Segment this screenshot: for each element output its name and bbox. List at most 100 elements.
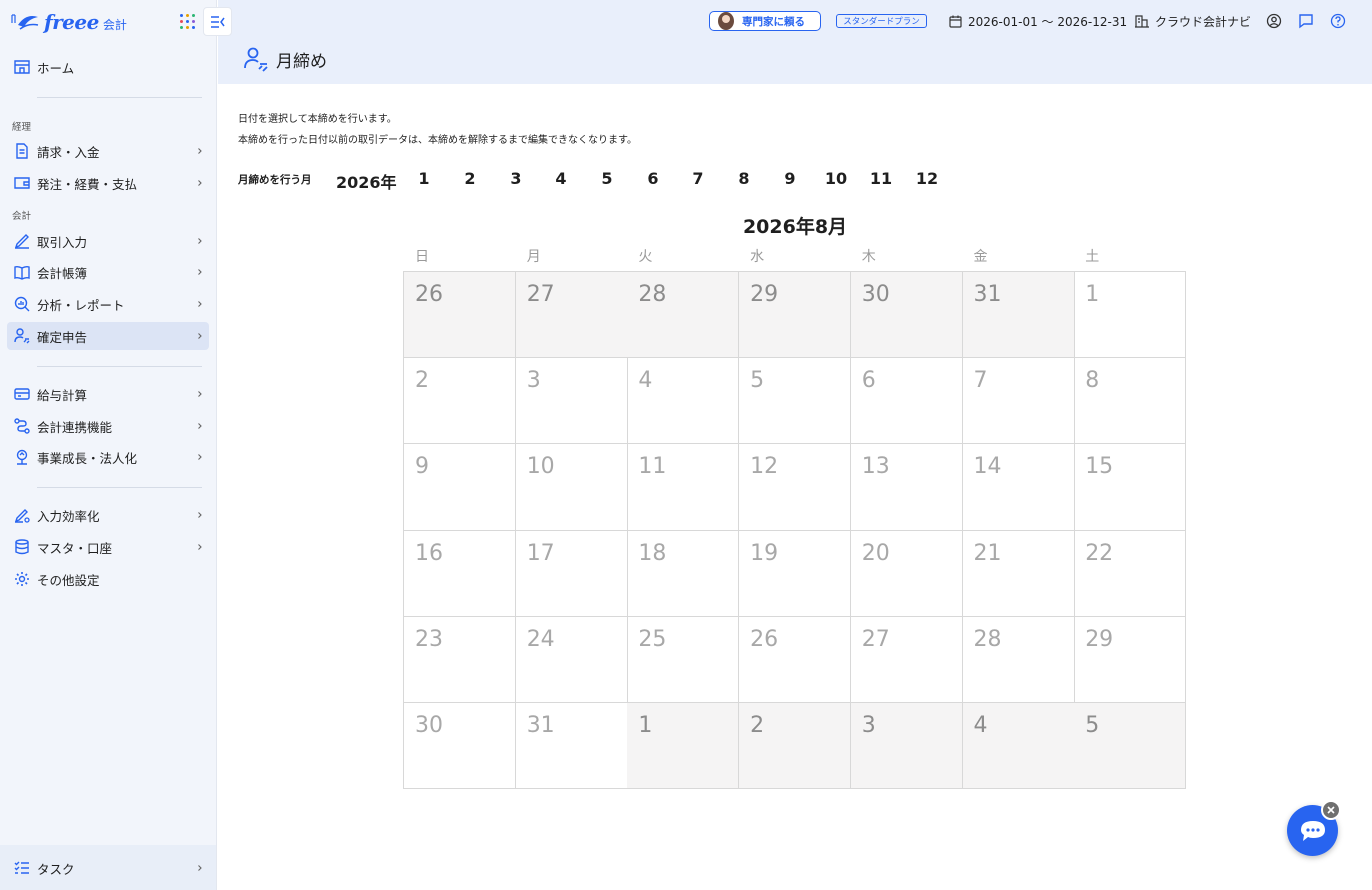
calendar-day-cell[interactable]: 27	[850, 616, 963, 704]
calendar-day-cell[interactable]: 27	[515, 272, 628, 359]
message-icon[interactable]	[1297, 12, 1315, 30]
sidebar-item-growth[interactable]: 事業成長・法人化	[7, 443, 209, 471]
calendar-day-cell[interactable]: 5	[739, 358, 852, 445]
calendar-day-cell[interactable]: 15	[1074, 444, 1187, 531]
month-option-9[interactable]: 9	[773, 169, 807, 188]
accounting-navi-link[interactable]: クラウド会計ナビ	[1135, 12, 1251, 30]
calendar-day-cell[interactable]: 22	[1074, 530, 1187, 617]
calendar-day-cell[interactable]: 12	[739, 444, 852, 531]
sidebar-item-label: マスタ・口座	[37, 540, 113, 556]
calendar-day-cell[interactable]: 11	[627, 444, 740, 531]
month-option-6[interactable]: 6	[636, 169, 670, 188]
month-option-11[interactable]: 11	[864, 169, 898, 188]
sidebar-collapse-button[interactable]	[203, 7, 232, 36]
sidebar-item-transaction[interactable]: 取引入力	[7, 227, 209, 255]
calendar-day-cell[interactable]: 30	[404, 703, 516, 790]
calendar-day-cell[interactable]: 3	[515, 358, 628, 445]
calendar-day-cell[interactable]: 5	[1074, 703, 1187, 790]
calendar-day-cell[interactable]: 4	[962, 703, 1075, 790]
weekday-header: 火	[638, 249, 653, 265]
chevron-right-icon	[198, 269, 202, 275]
calendar-day-cell[interactable]: 9	[404, 444, 516, 531]
weekday-header: 日	[415, 249, 429, 265]
calendar-day-cell[interactable]: 1	[1074, 272, 1187, 359]
calendar-day-cell[interactable]: 26	[404, 272, 516, 359]
help-icon[interactable]	[1329, 12, 1347, 30]
sidebar-item-report[interactable]: 分析・レポート	[7, 290, 209, 318]
account-icon[interactable]	[1265, 12, 1283, 30]
wallet-icon	[12, 173, 32, 193]
page-title: 月締め	[276, 51, 327, 72]
calendar-day-cell[interactable]: 7	[962, 358, 1075, 445]
calendar-day-cell[interactable]: 24	[515, 616, 628, 704]
calendar-day-cell[interactable]: 6	[850, 358, 963, 445]
plan-badge[interactable]: スタンダードプラン	[836, 14, 927, 28]
month-option-4[interactable]: 4	[544, 169, 578, 188]
sidebar-item-master[interactable]: マスタ・口座	[7, 533, 209, 561]
sidebar-item-integration[interactable]: 会計連携機能	[7, 412, 209, 440]
close-icon	[1327, 806, 1335, 814]
calendar-day-cell[interactable]: 2	[739, 703, 852, 790]
apps-grid-icon[interactable]	[180, 14, 196, 30]
book-icon	[12, 262, 32, 282]
sidebar-item-label: 発注・経費・支払	[37, 176, 138, 192]
sidebar-item-label: 入力効率化	[37, 508, 100, 524]
sidebar-item-payroll[interactable]: 給与計算	[7, 380, 209, 408]
calendar-day-cell[interactable]: 26	[739, 616, 852, 704]
calendar-day-cell[interactable]: 18	[627, 530, 740, 617]
sidebar-item-home[interactable]: ホーム	[7, 53, 209, 81]
sidebar-item-efficiency[interactable]: 入力効率化	[7, 501, 209, 529]
calendar-day-cell[interactable]: 14	[962, 444, 1075, 531]
calendar-day-cell[interactable]: 13	[850, 444, 963, 531]
calendar-day-cell[interactable]: 29	[739, 272, 852, 359]
calendar-day-cell[interactable]: 17	[515, 530, 628, 617]
month-option-10[interactable]: 10	[819, 169, 853, 188]
calendar-day-cell[interactable]: 19	[739, 530, 852, 617]
fiscal-period[interactable]: 2026-01-01 〜 2026-12-31	[949, 12, 1127, 30]
calendar-day-cell[interactable]: 31	[515, 703, 628, 790]
chevron-right-icon	[198, 865, 202, 871]
calendar-day-cell[interactable]: 1	[627, 703, 740, 790]
sidebar-item-tax-return[interactable]: 確定申告	[7, 322, 209, 350]
month-option-5[interactable]: 5	[590, 169, 624, 188]
freee-logo[interactable]: freee 会計	[10, 8, 127, 36]
chevron-right-icon	[198, 238, 202, 244]
calendar-day-cell[interactable]: 8	[1074, 358, 1187, 445]
calendar-day-cell[interactable]: 31	[962, 272, 1075, 359]
checklist-icon	[12, 858, 32, 878]
month-option-3[interactable]: 3	[499, 169, 533, 188]
calendar-day-cell[interactable]: 16	[404, 530, 516, 617]
calendar-day-cell[interactable]: 2	[404, 358, 516, 445]
document-icon	[12, 141, 32, 161]
sidebar-item-label: 給与計算	[37, 387, 88, 403]
chat-close-button[interactable]	[1321, 800, 1341, 820]
month-option-12[interactable]: 12	[910, 169, 944, 188]
calendar-day-cell[interactable]: 21	[962, 530, 1075, 617]
sidebar-item-purchase[interactable]: 発注・経費・支払	[7, 169, 209, 197]
calendar-day-cell[interactable]: 25	[627, 616, 740, 704]
calendar-day-cell[interactable]: 4	[627, 358, 740, 445]
month-option-7[interactable]: 7	[681, 169, 715, 188]
calendar-day-cell[interactable]: 29	[1074, 616, 1187, 704]
month-option-1[interactable]: 1	[407, 169, 441, 188]
sidebar-item-task[interactable]: タスク	[7, 854, 209, 882]
sidebar-item-settings[interactable]: その他設定	[7, 565, 209, 593]
calendar-day-cell[interactable]: 23	[404, 616, 516, 704]
sidebar-item-invoice[interactable]: 請求・入金	[7, 137, 209, 165]
collapse-menu-icon	[210, 15, 225, 28]
calendar-day-cell[interactable]: 28	[627, 272, 740, 359]
sidebar-item-label: 事業成長・法人化	[37, 450, 138, 466]
weekday-header: 木	[861, 249, 876, 265]
chevron-right-icon	[198, 423, 202, 429]
sidebar-item-ledger[interactable]: 会計帳簿	[7, 258, 209, 286]
calendar-day-cell[interactable]: 20	[850, 530, 963, 617]
calendar-day-cell[interactable]: 3	[850, 703, 963, 790]
page-title-area: 月締め	[242, 45, 327, 73]
expert-button[interactable]: 専門家に頼る	[709, 11, 821, 31]
calendar-day-cell[interactable]: 10	[515, 444, 628, 531]
month-option-2[interactable]: 2	[453, 169, 487, 188]
section-label-kaikei: 会計	[12, 211, 32, 222]
calendar-day-cell[interactable]: 28	[962, 616, 1075, 704]
calendar-day-cell[interactable]: 30	[850, 272, 963, 359]
month-option-8[interactable]: 8	[727, 169, 761, 188]
